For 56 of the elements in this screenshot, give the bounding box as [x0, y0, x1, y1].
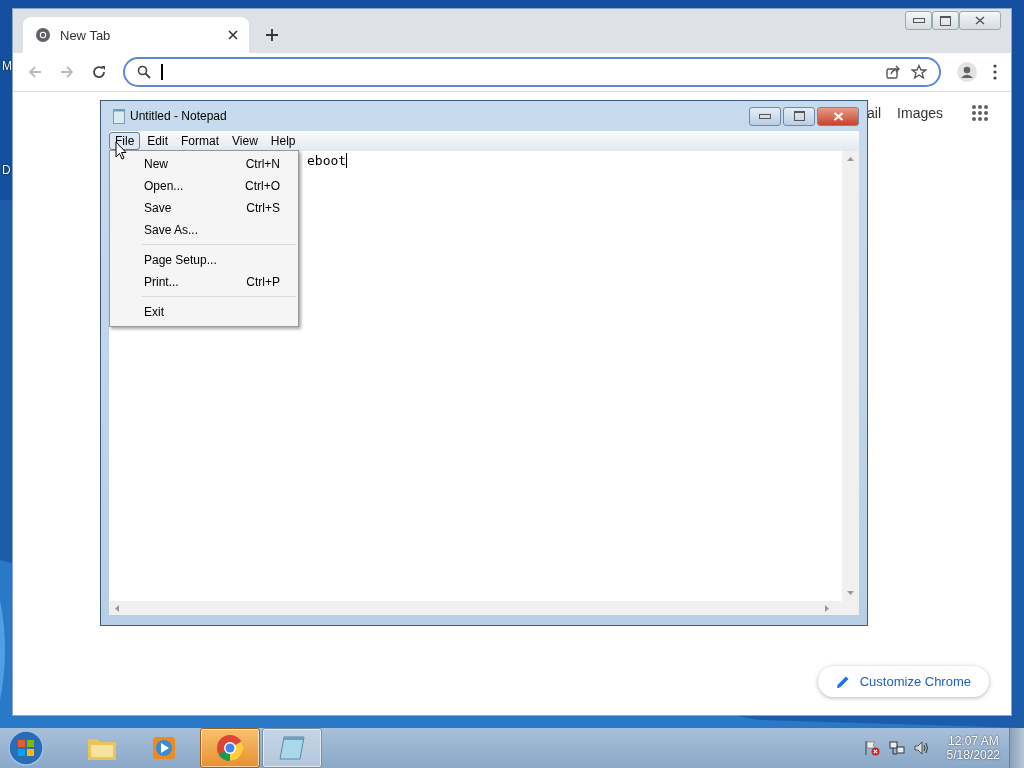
menu-option[interactable]: Open... Ctrl+O: [112, 175, 298, 197]
vertical-scrollbar[interactable]: [842, 151, 859, 601]
taskbar-button[interactable]: [262, 728, 322, 768]
network-icon[interactable]: [888, 740, 905, 756]
close-icon: [832, 111, 844, 121]
menu-option[interactable]: Print... Ctrl+P: [112, 271, 298, 293]
apps-grid-icon[interactable]: [971, 104, 989, 122]
menu-icon[interactable]: [993, 64, 997, 80]
menu-item[interactable]: Edit: [141, 132, 175, 150]
address-field[interactable]: [123, 57, 941, 87]
window-title: Untitled - Notepad: [130, 109, 227, 123]
menu-option[interactable]: Exit: [112, 301, 298, 323]
scroll-up-icon[interactable]: [847, 157, 854, 161]
scroll-left-icon[interactable]: [115, 604, 119, 612]
close-icon[interactable]: [227, 29, 239, 41]
scroll-right-icon[interactable]: [825, 604, 829, 612]
pencil-icon: [835, 674, 850, 689]
profile-icon[interactable]: [957, 62, 977, 82]
reload-icon[interactable]: [91, 64, 107, 80]
images-link[interactable]: Images: [897, 105, 943, 121]
notepad-icon: [113, 108, 125, 124]
new-tab-icon[interactable]: [265, 28, 279, 42]
desktop-icon-label: M: [2, 59, 12, 73]
menu-option[interactable]: New Ctrl+N: [112, 153, 298, 175]
browser-tab[interactable]: New Tab: [23, 17, 249, 53]
maximize-button[interactable]: [783, 106, 815, 126]
desktop-icon-label: D: [2, 163, 11, 177]
start-button[interactable]: [6, 728, 46, 768]
close-button[interactable]: [817, 106, 859, 126]
close-icon: [975, 16, 985, 25]
volume-icon[interactable]: [913, 740, 930, 756]
customize-chrome-button[interactable]: Customize Chrome: [817, 666, 989, 697]
taskbar-button[interactable]: [200, 728, 260, 768]
share-icon[interactable]: [885, 64, 901, 80]
media-player-icon: [151, 735, 177, 761]
gmail-link[interactable]: ail: [867, 105, 882, 121]
maximize-button[interactable]: [932, 11, 959, 30]
notepad-icon: [278, 735, 306, 761]
show-desktop-button[interactable]: [1009, 728, 1024, 768]
scroll-down-icon[interactable]: [847, 591, 854, 595]
menu-item[interactable]: Format: [175, 132, 226, 150]
chrome-icon: [216, 734, 244, 762]
star-icon[interactable]: [911, 64, 927, 80]
document-text: eboot: [307, 153, 347, 168]
minimize-button[interactable]: [749, 106, 781, 126]
menu-item[interactable]: View: [226, 132, 264, 150]
chrome-logo-icon: [35, 27, 51, 43]
minimize-button[interactable]: [905, 11, 932, 30]
search-icon: [137, 65, 151, 79]
menu-option[interactable]: Save As...: [112, 219, 298, 241]
menu-option[interactable]: Page Setup...: [112, 249, 298, 271]
menu-item[interactable]: Help: [264, 132, 302, 150]
close-button[interactable]: [959, 11, 1001, 30]
flag-icon[interactable]: [863, 740, 880, 756]
menu-option[interactable]: Save Ctrl+S: [112, 197, 298, 219]
horizontal-scrollbar[interactable]: [109, 601, 859, 615]
